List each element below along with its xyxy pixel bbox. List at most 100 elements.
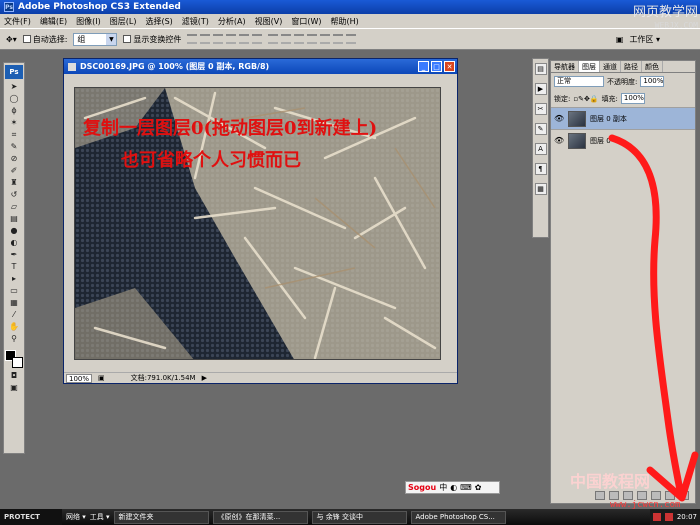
zoom-tool-icon[interactable]: ⚲ [7, 334, 21, 343]
ime-keyboard-icon[interactable]: ⌨ [460, 483, 472, 492]
menu-analysis[interactable]: 分析(A) [218, 16, 246, 27]
menu-file[interactable]: 文件(F) [4, 16, 31, 27]
menu-edit[interactable]: 编辑(E) [40, 16, 67, 27]
tab-color[interactable]: 颜色 [642, 61, 663, 72]
brush-palette-icon[interactable]: ▣ [616, 35, 624, 44]
taskbar-button-photoshop[interactable]: Adobe Photoshop CS... [410, 510, 506, 524]
link-layers-icon[interactable] [595, 491, 605, 500]
mask-icon[interactable] [623, 491, 633, 500]
auto-select-dropdown[interactable]: 组 ▼ [73, 32, 118, 46]
trash-icon[interactable] [679, 491, 689, 500]
fill-field[interactable]: 100% [620, 93, 645, 104]
ime-mode[interactable]: 中 [439, 482, 447, 493]
tray-icon[interactable] [652, 513, 661, 521]
blur-tool-icon[interactable]: ● [7, 226, 21, 235]
chevron-down-icon: ▼ [106, 33, 117, 45]
color-swatches[interactable] [5, 350, 23, 368]
path-select-icon[interactable]: ▸ [7, 274, 21, 283]
menu-layer[interactable]: 图层(L) [110, 16, 137, 27]
brush-tool-icon[interactable]: ✐ [7, 166, 21, 175]
taskbar-button-folder[interactable]: 新建文件夹 [113, 510, 209, 524]
close-button[interactable]: ✕ [444, 61, 455, 72]
show-transform-checkbox[interactable]: 显示变换控件 [123, 34, 181, 45]
screen-mode-icon[interactable]: ▣ [7, 383, 21, 392]
ime-punctuation-icon[interactable]: ◐ [450, 483, 457, 492]
tab-layers[interactable]: 图层 [579, 61, 600, 72]
history-brush-icon[interactable]: ↺ [7, 190, 21, 199]
new-group-icon[interactable] [651, 491, 661, 500]
status-arrow-icon[interactable]: ▶ [202, 374, 207, 382]
eraser-tool-icon[interactable]: ▱ [7, 202, 21, 211]
layer-style-icon[interactable] [609, 491, 619, 500]
quicklaunch-tools[interactable]: 工具 ▾ [90, 512, 110, 522]
eyedropper-tool-icon[interactable]: ⁄ [7, 310, 21, 319]
crop-tool-icon[interactable]: ⌗ [7, 130, 21, 139]
layer-row-copy[interactable]: 👁 图层 0 副本 [551, 107, 695, 129]
ime-skin-icon[interactable]: ✿ [475, 483, 482, 492]
eye-icon[interactable]: 👁 [554, 136, 564, 145]
gradient-tool-icon[interactable]: ▤ [7, 214, 21, 223]
quick-mask-icon[interactable]: ◘ [7, 371, 21, 380]
start-button[interactable]: PROTECT [0, 509, 62, 525]
taskbar-button-chat[interactable]: 与 余锋 交谈中 [311, 510, 407, 524]
slice-tool-icon[interactable]: ✎ [7, 142, 21, 151]
tray-icon[interactable] [664, 513, 673, 521]
align-buttons[interactable] [187, 34, 263, 44]
distribute-buttons[interactable] [268, 34, 357, 44]
history-panel-icon[interactable]: ▤ [534, 63, 547, 75]
dodge-tool-icon[interactable]: ◐ [7, 238, 21, 247]
image-canvas[interactable]: 复制一层图层0(拖动图层0到新建上) 也可省略个人习惯而已 [74, 87, 441, 360]
auto-select-checkbox[interactable]: 自动选择: [22, 34, 67, 45]
lasso-tool-icon[interactable]: ϕ [7, 106, 21, 115]
move-tool-icon[interactable]: ✥▾ [6, 35, 17, 44]
menu-view[interactable]: 视图(V) [255, 16, 283, 27]
collapsed-panels-strip: ▤ ▶ ✂ ✎ A ¶ ▦ [532, 58, 549, 238]
minimize-button[interactable]: _ [418, 61, 429, 72]
toolbox: Ps ➤ ◯ ϕ ✶ ⌗ ✎ ⊘ ✐ ♜ ↺ ▱ ▤ ● ◐ ✒ T ▸ ▭ ▦… [3, 62, 25, 454]
workspace-button[interactable]: ▣ 工作区 ▾ [616, 34, 660, 45]
opacity-field[interactable]: 100% [640, 76, 665, 87]
notes-tool-icon[interactable]: ▦ [7, 298, 21, 307]
stamp-tool-icon[interactable]: ♜ [7, 178, 21, 187]
taskbar-button-browser[interactable]: 《原创》在那清菜... [212, 510, 308, 524]
blend-mode-dropdown[interactable]: 正常 [554, 76, 604, 87]
maximize-button[interactable]: □ [431, 61, 442, 72]
move-tool-icon[interactable]: ➤ [7, 82, 21, 91]
quicklaunch-network[interactable]: 网络 ▾ [66, 512, 86, 522]
healing-brush-icon[interactable]: ⊘ [7, 154, 21, 163]
ime-toolbar[interactable]: Sogou 中 ◐ ⌨ ✿ [405, 481, 500, 494]
eye-icon[interactable]: 👁 [554, 114, 564, 123]
shape-tool-icon[interactable]: ▭ [7, 286, 21, 295]
marquee-tool-icon[interactable]: ◯ [7, 94, 21, 103]
tab-channels[interactable]: 通道 [600, 61, 621, 72]
character-panel-icon[interactable]: A [534, 143, 547, 155]
zoom-field[interactable]: 100% [66, 373, 92, 383]
tab-paths[interactable]: 路径 [621, 61, 642, 72]
lock-icons[interactable]: ▫✎✥🔒 [573, 95, 598, 103]
brushes-panel-icon[interactable]: ✎ [534, 123, 547, 135]
paragraph-panel-icon[interactable]: ¶ [534, 163, 547, 175]
layer-row-0[interactable]: 👁 图层 0 [551, 129, 695, 151]
layer-comps-icon[interactable]: ▦ [534, 183, 547, 195]
menu-help[interactable]: 帮助(H) [331, 16, 359, 27]
annotation-line-2: 也可省略个人习惯而已 [121, 150, 301, 171]
pen-tool-icon[interactable]: ✒ [7, 250, 21, 259]
menu-window[interactable]: 窗口(W) [291, 16, 321, 27]
tab-navigator[interactable]: 导航器 [551, 61, 579, 72]
hand-tool-icon[interactable]: ✋ [7, 322, 21, 331]
status-menu-icon[interactable]: ▣ [98, 374, 105, 382]
document-title-bar[interactable]: DSC00169.JPG @ 100% (图层 0 副本, RGB/8) _ □… [64, 59, 457, 74]
adjustment-layer-icon[interactable] [637, 491, 647, 500]
menu-filter[interactable]: 滤镜(T) [182, 16, 209, 27]
menu-image[interactable]: 图像(I) [76, 16, 101, 27]
magic-wand-tool-icon[interactable]: ✶ [7, 118, 21, 127]
tool-presets-icon[interactable]: ✂ [534, 103, 547, 115]
layers-footer [551, 491, 695, 500]
bottom-watermark-url: www.jcwcn.com [610, 500, 681, 510]
fill-label: 填充: [601, 94, 618, 103]
actions-panel-icon[interactable]: ▶ [534, 83, 547, 95]
menu-select[interactable]: 选择(S) [145, 16, 172, 27]
type-tool-icon[interactable]: T [7, 262, 21, 271]
watermark-top: 网页教学网 WEBJX.COM [632, 5, 698, 30]
new-layer-icon[interactable] [665, 491, 675, 500]
